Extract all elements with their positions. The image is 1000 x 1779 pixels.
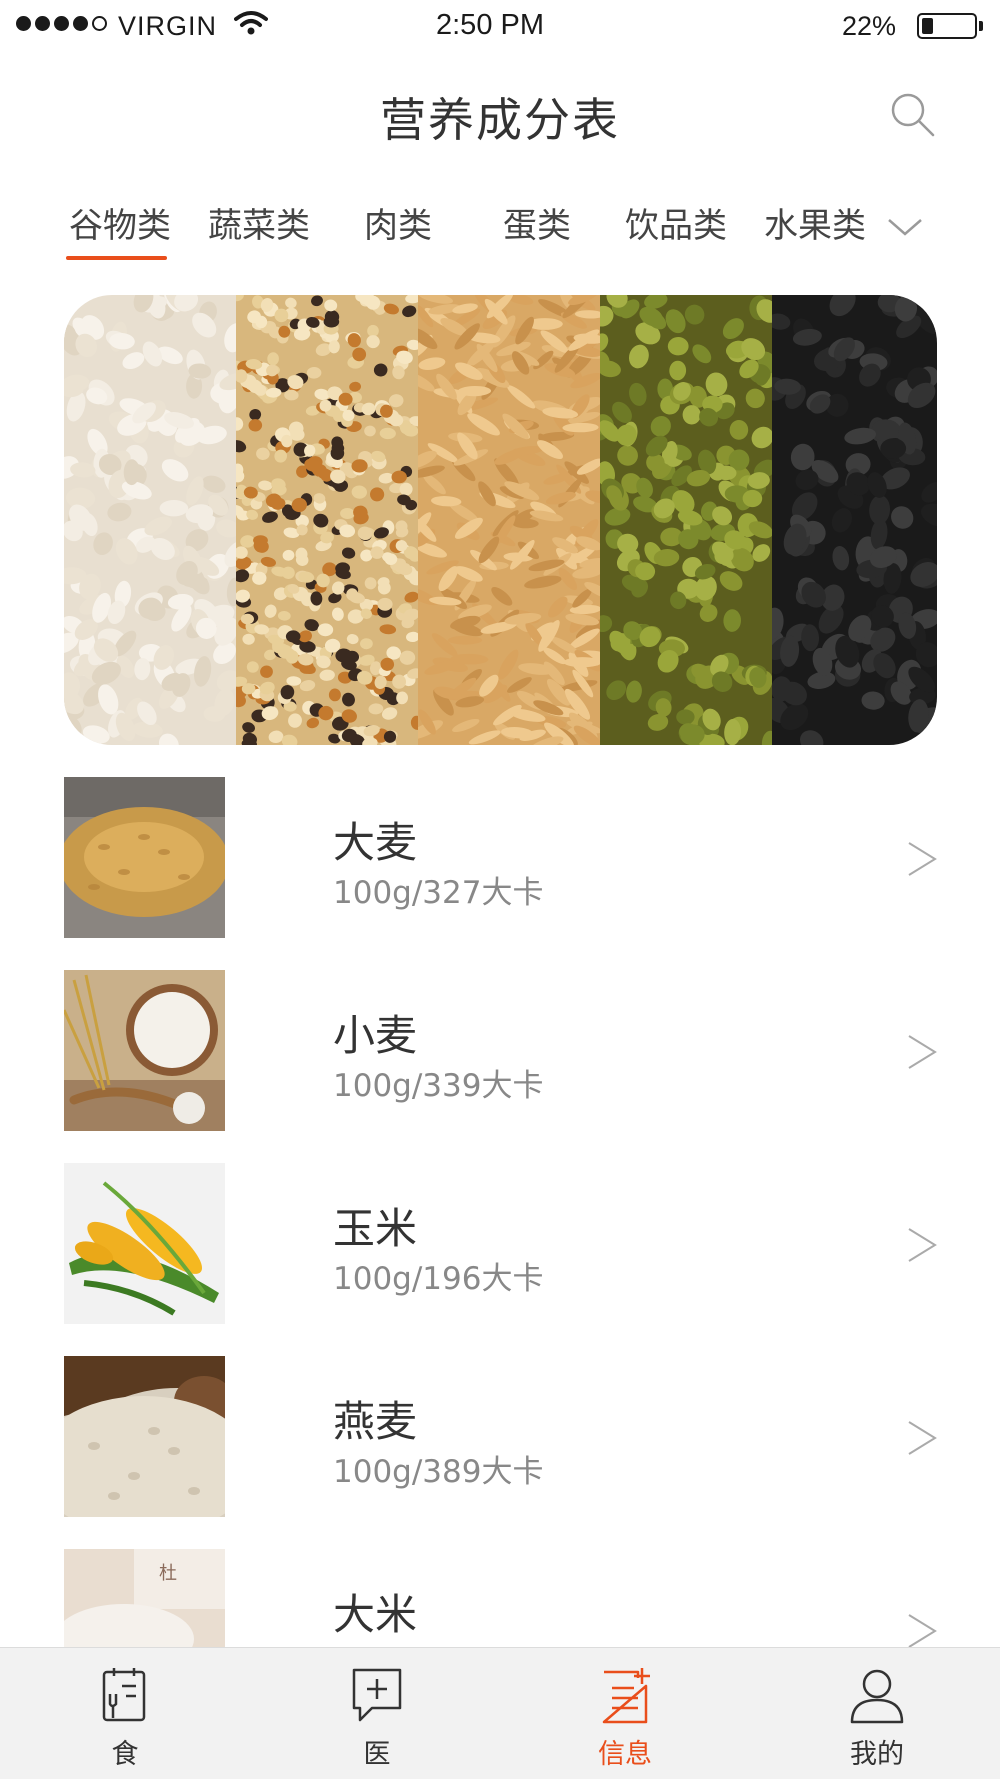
bottom-navigation: 食 医 信息 我的 xyxy=(0,1647,1000,1779)
svg-text:杜: 杜 xyxy=(159,1563,177,1584)
black-bean-image xyxy=(772,295,937,745)
corn-thumbnail xyxy=(64,1163,225,1324)
tab-drinks[interactable]: 饮品类 xyxy=(616,198,736,247)
chevron-right-icon[interactable] xyxy=(905,1418,939,1458)
search-icon[interactable] xyxy=(888,90,938,140)
battery-icon xyxy=(917,13,977,39)
barley-thumbnail xyxy=(64,777,225,938)
active-tab-indicator xyxy=(66,256,167,260)
food-name: 小麦 xyxy=(333,1011,418,1060)
tab-vegetables[interactable]: 蔬菜类 xyxy=(199,198,319,247)
tab-grains[interactable]: 谷物类 xyxy=(60,198,180,247)
food-calories: 100g/196大卡 xyxy=(333,1261,544,1297)
food-name: 大米 xyxy=(333,1590,418,1639)
status-bar: VIRGIN 2:50 PM 22% xyxy=(0,0,1000,54)
chevron-right-icon[interactable] xyxy=(905,839,939,879)
nav-profile[interactable]: 我的 xyxy=(797,1648,957,1779)
food-name: 燕麦 xyxy=(333,1397,418,1446)
food-icon xyxy=(102,1668,146,1722)
clock: 2:50 PM xyxy=(436,9,544,41)
tab-eggs[interactable]: 蛋类 xyxy=(477,198,597,247)
food-calories: 100g/339大卡 xyxy=(333,1068,544,1104)
battery-percentage: 22% xyxy=(842,11,897,41)
chevron-right-icon[interactable] xyxy=(905,1225,939,1265)
food-calories: 100g/389大卡 xyxy=(333,1454,544,1490)
nav-food[interactable]: 食 xyxy=(45,1648,205,1779)
info-document-icon xyxy=(602,1668,650,1724)
food-name: 玉米 xyxy=(333,1204,418,1253)
nav-label: 我的 xyxy=(850,1739,904,1770)
wheat-thumbnail xyxy=(64,970,225,1131)
list-item-oats[interactable]: 燕麦 100g/389大卡 xyxy=(0,1356,1000,1518)
millet-image xyxy=(236,295,418,745)
barley-image xyxy=(64,295,236,745)
tab-fruits[interactable]: 水果类 xyxy=(755,198,875,247)
list-item-barley[interactable]: 大麦 100g/327大卡 xyxy=(0,777,1000,939)
grain-banner-image xyxy=(64,295,937,745)
nav-label: 医 xyxy=(363,1739,391,1770)
nav-label: 信息 xyxy=(598,1739,652,1770)
list-item-wheat[interactable]: 小麦 100g/339大卡 xyxy=(0,970,1000,1132)
oats-thumbnail xyxy=(64,1356,225,1517)
nav-label: 食 xyxy=(111,1739,139,1770)
page-title: 营养成分表 xyxy=(380,93,620,147)
chevron-down-icon[interactable] xyxy=(885,212,925,242)
list-item-corn[interactable]: 玉米 100g/196大卡 xyxy=(0,1163,1000,1325)
nav-medical[interactable]: 医 xyxy=(297,1648,457,1779)
food-calories: 100g/327大卡 xyxy=(333,875,544,911)
category-tabs: 谷物类 蔬菜类 肉类 蛋类 饮品类 水果类 xyxy=(60,198,940,268)
chevron-right-icon[interactable] xyxy=(905,1611,939,1651)
profile-icon xyxy=(850,1669,904,1724)
chevron-right-icon[interactable] xyxy=(905,1032,939,1072)
nav-info[interactable]: 信息 xyxy=(545,1648,705,1779)
medical-chat-icon xyxy=(352,1668,402,1722)
food-name: 大麦 xyxy=(333,818,418,867)
tab-meat[interactable]: 肉类 xyxy=(338,198,458,247)
mung-bean-image xyxy=(600,295,772,745)
rice-paddy-image xyxy=(418,295,600,745)
